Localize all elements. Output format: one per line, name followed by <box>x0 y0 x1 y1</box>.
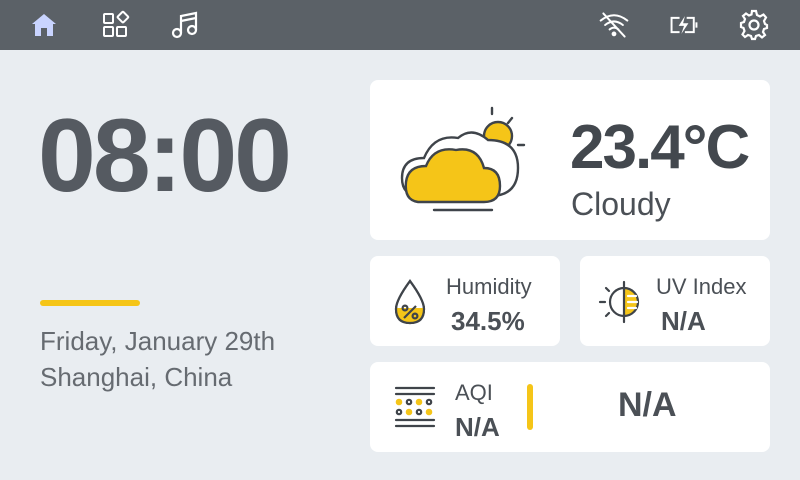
aqi-divider <box>527 384 533 430</box>
home-button[interactable] <box>28 9 60 41</box>
uv-sun-icon <box>598 280 640 324</box>
aqi-value: N/A <box>455 412 500 442</box>
apps-icon <box>103 10 130 37</box>
location-text: Shanghai, China <box>40 362 233 392</box>
apps-button[interactable] <box>99 9 131 41</box>
battery-button[interactable] <box>668 9 700 41</box>
music-icon <box>171 11 198 39</box>
wifi-button[interactable] <box>598 9 630 41</box>
aqi-filter-icon <box>394 386 436 428</box>
gear-icon <box>739 9 769 41</box>
weather-condition: Cloudy <box>571 186 671 222</box>
aqi-card[interactable]: AQI N/A N/A <box>370 362 770 452</box>
music-button[interactable] <box>169 9 201 41</box>
humidity-card[interactable]: Humidity 34.5% <box>370 256 560 346</box>
humidity-label: Humidity <box>446 274 532 299</box>
date-text: Friday, January 29th <box>40 326 276 356</box>
uv-value: N/A <box>661 306 706 336</box>
battery-charging-icon <box>670 16 698 34</box>
temperature-value: 23.4°C <box>570 113 750 182</box>
uv-card[interactable]: UV Index N/A <box>580 256 770 346</box>
accent-divider <box>40 300 140 306</box>
home-icon <box>32 14 56 36</box>
weather-card[interactable]: 23.4°C Cloudy <box>370 80 770 240</box>
wifi-off-icon <box>599 12 629 38</box>
partly-cloudy-icon <box>400 106 526 212</box>
humidity-value: 34.5% <box>451 306 525 336</box>
settings-button[interactable] <box>738 9 770 41</box>
top-bar <box>0 0 800 50</box>
humidity-drop-icon <box>394 279 426 325</box>
uv-label: UV Index <box>656 274 747 299</box>
aqi-label: AQI <box>455 380 493 405</box>
clock-time: 08:00 <box>38 98 292 214</box>
aqi-big-value: N/A <box>618 386 677 424</box>
